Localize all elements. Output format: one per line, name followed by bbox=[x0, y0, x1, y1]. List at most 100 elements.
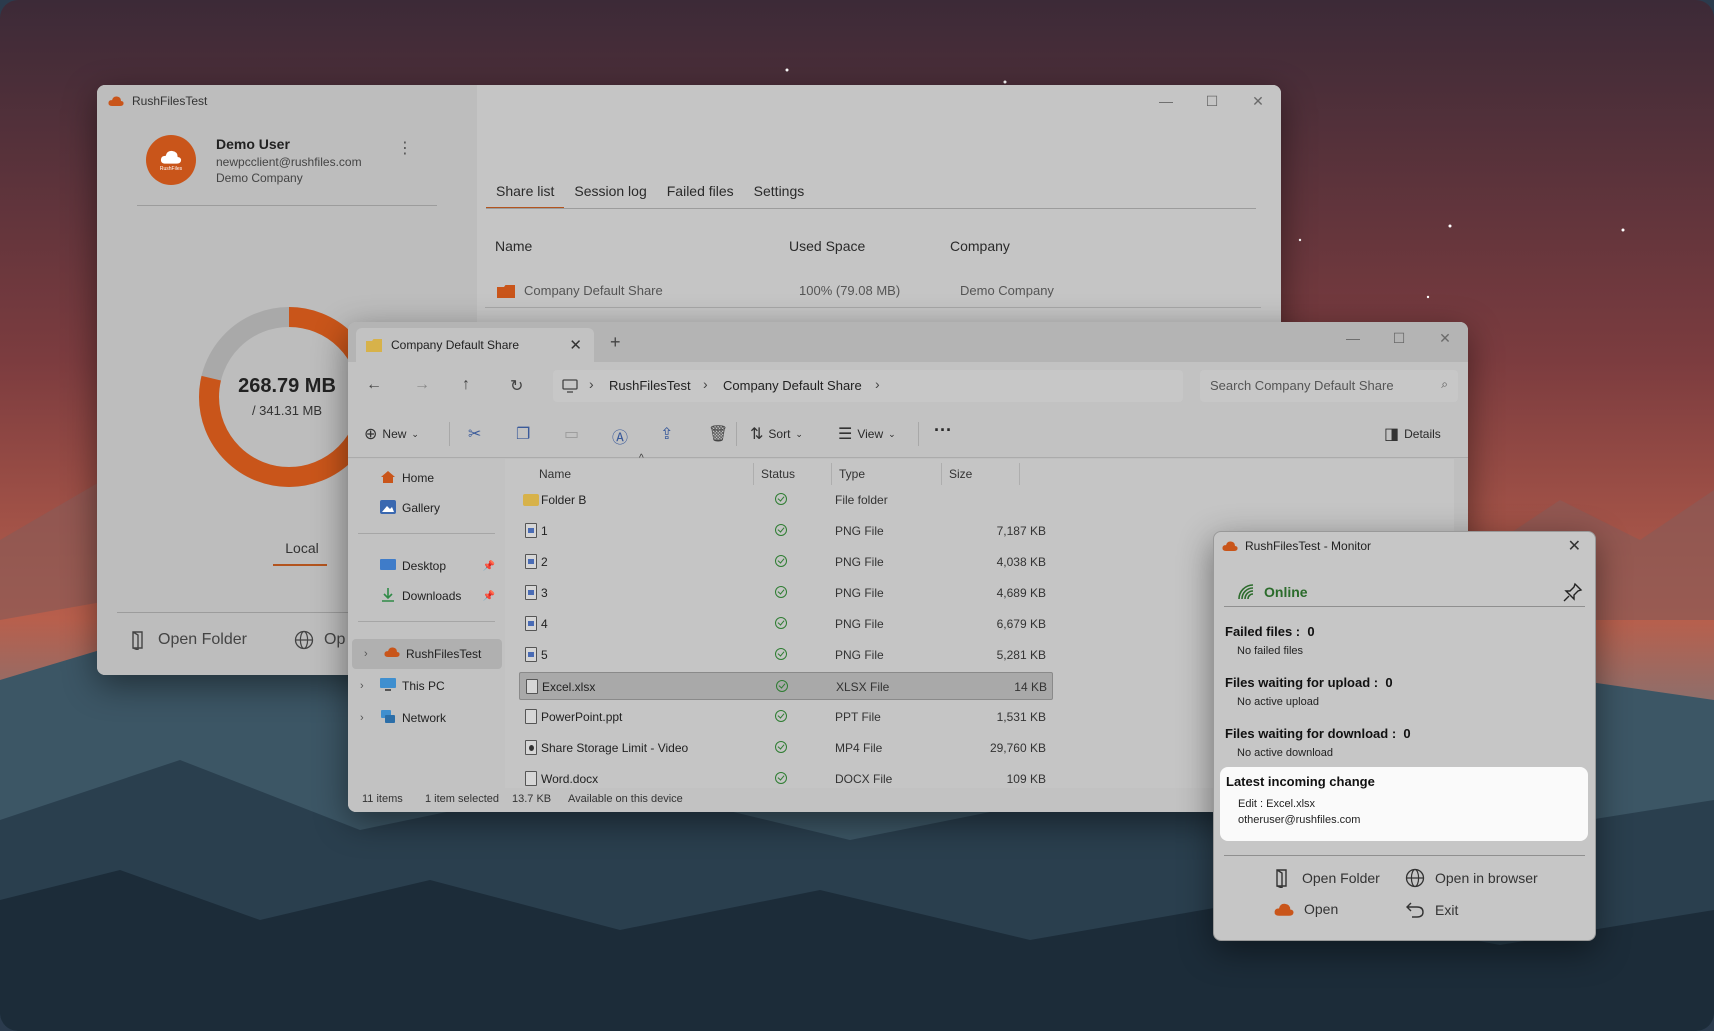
column-used-space[interactable]: Used Space bbox=[789, 238, 865, 254]
column-status[interactable]: Status bbox=[761, 467, 795, 481]
chevron-down-icon: ⌄ bbox=[888, 428, 896, 439]
nav-item-home[interactable]: Home bbox=[348, 463, 505, 493]
tab-failed-files[interactable]: Failed files bbox=[657, 181, 744, 209]
open-browser-button[interactable]: Open in browser bbox=[1405, 868, 1538, 888]
document-file-icon bbox=[525, 709, 537, 724]
file-size: 4,038 KB bbox=[996, 555, 1046, 569]
file-name: Share Storage Limit - Video bbox=[541, 741, 689, 755]
more-options-icon[interactable]: ··· bbox=[934, 420, 952, 441]
open-label: Open bbox=[1304, 901, 1339, 917]
back-icon[interactable]: ← bbox=[366, 376, 382, 394]
details-button[interactable]: ◨ Details bbox=[1384, 424, 1441, 444]
divider bbox=[358, 621, 495, 622]
file-row[interactable]: 1 PNG File 7,187 KB bbox=[519, 517, 1053, 545]
open-browser-button[interactable]: Op bbox=[294, 630, 345, 650]
file-row[interactable]: 5 PNG File 5,281 KB bbox=[519, 641, 1053, 669]
nav-item-rushfiles[interactable]: › RushFilesTest bbox=[352, 639, 502, 669]
file-name: Folder B bbox=[541, 493, 587, 507]
synced-check-icon bbox=[775, 772, 787, 784]
maximize-icon[interactable]: ☐ bbox=[1189, 85, 1235, 117]
open-app-button[interactable]: Open bbox=[1274, 901, 1338, 917]
gallery-icon bbox=[380, 500, 396, 514]
minimize-icon[interactable]: — bbox=[1330, 322, 1376, 354]
close-icon[interactable]: ✕ bbox=[1422, 322, 1468, 354]
share-button[interactable]: ⇪ bbox=[660, 424, 673, 444]
view-button[interactable]: ☰ View ⌄ bbox=[838, 424, 896, 444]
file-row[interactable]: 2 PNG File 4,038 KB bbox=[519, 548, 1053, 576]
file-size: 7,187 KB bbox=[996, 524, 1046, 538]
sort-button[interactable]: ⇅ Sort ⌄ bbox=[750, 424, 803, 444]
cut-button[interactable]: ✂ bbox=[468, 424, 481, 444]
download-heading: Files waiting for download : 0 bbox=[1225, 726, 1411, 741]
nav-item-this-pc[interactable]: › This PC bbox=[348, 671, 505, 701]
close-icon[interactable]: ✕ bbox=[1568, 536, 1581, 556]
minimize-icon[interactable]: — bbox=[1143, 85, 1189, 117]
divider bbox=[753, 463, 754, 485]
column-name[interactable]: Name bbox=[539, 467, 571, 481]
maximize-icon[interactable]: ☐ bbox=[1376, 322, 1422, 354]
status-size: 13.7 KB bbox=[512, 793, 552, 805]
breadcrumb-share[interactable]: Company Default Share bbox=[723, 378, 862, 393]
monitor-window: RushFilesTest - Monitor ✕ Online Failed … bbox=[1213, 531, 1596, 941]
nav-label-downloads: Downloads bbox=[402, 589, 462, 603]
tab-settings[interactable]: Settings bbox=[744, 181, 815, 209]
rename-button[interactable]: Ⓐ bbox=[612, 424, 628, 448]
sort-icon: ⇅ bbox=[750, 426, 764, 443]
share-row[interactable]: Company Default Share 100% (79.08 MB) De… bbox=[485, 274, 1261, 308]
wifi-icon bbox=[1238, 584, 1254, 600]
app-title-bar: RushFilesTest bbox=[108, 94, 207, 108]
synced-check-icon bbox=[775, 741, 787, 753]
file-row[interactable]: PowerPoint.ppt PPT File 1,531 KB bbox=[519, 703, 1053, 731]
synced-check-icon bbox=[775, 586, 787, 598]
avatar[interactable]: RushFiles bbox=[146, 135, 196, 185]
close-tab-icon[interactable]: ✕ bbox=[569, 336, 582, 354]
file-type: PNG File bbox=[835, 617, 884, 631]
new-tab-icon[interactable]: + bbox=[610, 332, 621, 353]
file-row[interactable]: 4 PNG File 6,679 KB bbox=[519, 610, 1053, 638]
download-count: 0 bbox=[1403, 726, 1411, 741]
pin-icon[interactable] bbox=[1563, 582, 1583, 602]
column-name[interactable]: Name bbox=[495, 238, 532, 254]
image-file-icon bbox=[525, 554, 537, 569]
exit-button[interactable]: Exit bbox=[1405, 901, 1458, 919]
new-button[interactable]: ⊕ New ⌄ bbox=[364, 424, 419, 444]
file-name: 2 bbox=[541, 555, 548, 569]
download-label: Files waiting for download : bbox=[1225, 726, 1397, 741]
column-type[interactable]: Type bbox=[839, 467, 865, 481]
close-icon[interactable]: ✕ bbox=[1235, 85, 1281, 117]
open-folder-button[interactable]: Open Folder bbox=[1274, 868, 1380, 888]
nav-item-network[interactable]: › Network bbox=[348, 703, 505, 733]
open-folder-button[interactable]: Open Folder bbox=[130, 630, 247, 650]
forward-icon[interactable]: → bbox=[414, 376, 430, 394]
delete-button[interactable]: 🗑 bbox=[708, 424, 728, 444]
nav-item-desktop[interactable]: Desktop 📌 bbox=[348, 551, 505, 581]
search-input[interactable]: Search Company Default Share ⌕ bbox=[1200, 370, 1458, 402]
copy-button[interactable]: ❐ bbox=[516, 424, 530, 444]
file-type: PPT File bbox=[835, 710, 881, 724]
breadcrumb-rushfiles[interactable]: RushFilesTest bbox=[609, 378, 691, 393]
nav-item-downloads[interactable]: Downloads 📌 bbox=[348, 581, 505, 611]
file-size: 4,689 KB bbox=[996, 586, 1046, 600]
column-size[interactable]: Size bbox=[949, 467, 972, 481]
refresh-icon[interactable]: ↻ bbox=[510, 376, 523, 396]
file-row[interactable]: 3 PNG File 4,689 KB bbox=[519, 579, 1053, 607]
nav-item-gallery[interactable]: Gallery bbox=[348, 493, 505, 523]
address-bar[interactable]: › RushFilesTest › Company Default Share … bbox=[553, 370, 1183, 402]
up-icon[interactable]: ↑ bbox=[462, 376, 470, 394]
file-row[interactable]: Excel.xlsx XLSX File 14 KB bbox=[519, 672, 1053, 700]
share-used-space: 100% (79.08 MB) bbox=[799, 283, 901, 298]
paste-button[interactable]: ▭ bbox=[564, 424, 579, 444]
file-row[interactable]: Folder B File folder bbox=[519, 486, 1053, 514]
more-options-icon[interactable]: ⋮ bbox=[397, 138, 413, 158]
tab-local[interactable]: Local bbox=[272, 540, 332, 556]
tab-session-log[interactable]: Session log bbox=[564, 181, 656, 209]
divider bbox=[736, 422, 737, 446]
divider bbox=[1224, 606, 1585, 607]
image-file-icon bbox=[525, 585, 537, 600]
video-file-icon bbox=[525, 740, 537, 755]
file-size: 109 KB bbox=[1006, 772, 1046, 786]
tab-share-list[interactable]: Share list bbox=[486, 181, 565, 209]
explorer-tab[interactable]: Company Default Share ✕ bbox=[356, 328, 594, 362]
column-company[interactable]: Company bbox=[950, 238, 1010, 254]
file-row[interactable]: Share Storage Limit - Video MP4 File 29,76… bbox=[519, 734, 1053, 762]
